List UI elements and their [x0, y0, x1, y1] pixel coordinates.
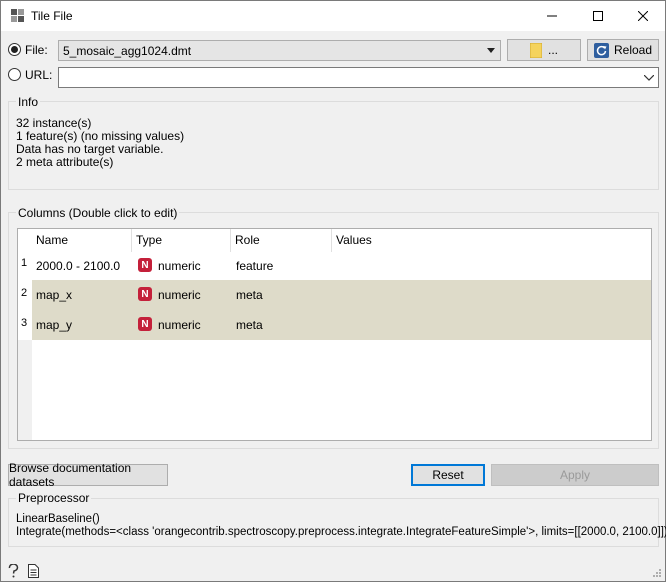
row-header-filler: [18, 340, 32, 440]
preprocessor-text: LinearBaseline() Integrate(methods=<clas…: [16, 513, 666, 539]
numeric-type-icon: N: [138, 317, 152, 331]
column-header-role[interactable]: Role: [231, 229, 332, 252]
preprocessor-line-integrate: Integrate(methods=<class 'orangecontrib.…: [16, 526, 666, 538]
window-title: Tile File: [31, 9, 73, 23]
numeric-type-icon: N: [138, 287, 152, 301]
row-number: 3: [21, 317, 28, 329]
minimize-icon: [547, 15, 557, 17]
title-bar: Tile File: [1, 1, 665, 31]
url-label: URL:: [25, 68, 53, 82]
column-header-name[interactable]: Name: [32, 229, 132, 252]
reload-icon: [593, 42, 609, 58]
cell-type[interactable]: numeric: [158, 288, 201, 302]
browse-button-label: ...: [547, 43, 558, 57]
browse-documentation-button[interactable]: Browse documentation datasets: [8, 461, 168, 489]
cell-type[interactable]: numeric: [158, 318, 201, 332]
resize-grip-icon[interactable]: [651, 567, 662, 578]
info-line-meta: 2 meta attribute(s): [16, 155, 114, 169]
info-text: 32 instance(s) 1 feature(s) (no missing …: [16, 117, 184, 169]
apply-button[interactable]: Apply: [491, 464, 659, 486]
folder-icon: [529, 42, 542, 58]
cell-role[interactable]: meta: [236, 288, 263, 302]
cell-name[interactable]: 2000.0 - 2100.0: [36, 259, 120, 273]
tile-file-window: Tile File File: 5_mosaic_agg1024.dmt ...…: [0, 0, 666, 582]
close-icon: [638, 11, 648, 21]
close-button[interactable]: [620, 1, 666, 31]
info-group-title: Info: [16, 95, 41, 109]
file-radio[interactable]: [8, 43, 21, 56]
column-header-type[interactable]: Type: [132, 229, 231, 252]
preprocessor-group-title: Preprocessor: [16, 491, 92, 505]
reload-button-label: Reload: [613, 43, 653, 57]
app-icon: [11, 9, 24, 22]
row-number: 2: [21, 287, 28, 299]
numeric-type-icon: N: [138, 258, 152, 272]
columns-table[interactable]: Name Type Role Values 1 2000.0 - 2100.0 …: [17, 228, 652, 441]
reload-button[interactable]: Reload: [587, 39, 659, 61]
minimize-button[interactable]: [529, 1, 575, 31]
cell-name[interactable]: map_y: [36, 318, 72, 332]
file-combo-value: 5_mosaic_agg1024.dmt: [63, 44, 192, 58]
maximize-icon: [593, 11, 603, 21]
column-header-values[interactable]: Values: [332, 229, 651, 252]
cell-role[interactable]: feature: [236, 259, 273, 273]
file-label: File:: [25, 43, 48, 57]
cell-name[interactable]: map_x: [36, 288, 72, 302]
help-icon[interactable]: [8, 564, 19, 578]
report-icon[interactable]: [28, 564, 39, 578]
reset-button[interactable]: Reset: [411, 464, 485, 486]
cell-role[interactable]: meta: [236, 318, 263, 332]
cell-type[interactable]: numeric: [158, 259, 201, 273]
table-row[interactable]: 2000.0 - 2100.0 N numeric feature: [32, 251, 651, 281]
preprocessor-line-baseline: LinearBaseline(): [16, 513, 100, 525]
chevron-down-icon: [644, 75, 654, 81]
dropdown-arrow-icon: [487, 48, 495, 53]
maximize-button[interactable]: [575, 1, 621, 31]
file-combo[interactable]: 5_mosaic_agg1024.dmt: [58, 40, 501, 61]
row-number: 1: [21, 257, 28, 269]
columns-group-title: Columns (Double click to edit): [16, 206, 180, 220]
table-row[interactable]: map_x N numeric meta: [32, 280, 651, 310]
url-radio[interactable]: [8, 68, 21, 81]
table-row[interactable]: map_y N numeric meta: [32, 310, 651, 340]
url-combo[interactable]: [58, 67, 659, 88]
browse-button[interactable]: ...: [507, 39, 581, 61]
